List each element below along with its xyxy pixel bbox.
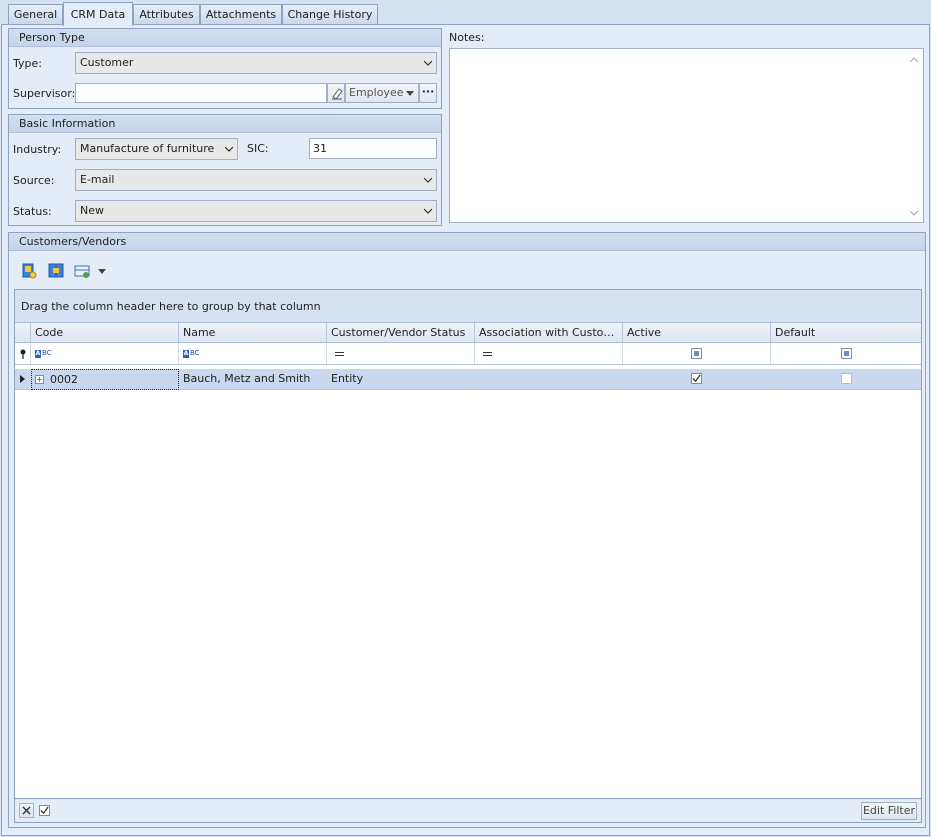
clear-filter-button[interactable]: [19, 803, 34, 818]
filter-row-indicator: [15, 343, 31, 365]
cell-code[interactable]: + 0002: [31, 369, 179, 390]
checkmark-icon: [40, 806, 49, 815]
column-header-name[interactable]: Name: [179, 323, 327, 343]
filter-name[interactable]: A BC: [179, 343, 327, 365]
type-label: Type:: [13, 57, 42, 70]
caret-down-icon: [406, 91, 414, 96]
column-header-active[interactable]: Active: [623, 323, 771, 343]
cell-default[interactable]: [771, 369, 921, 390]
default-checkbox[interactable]: [841, 373, 852, 384]
attach-customer-button[interactable]: [48, 263, 64, 279]
scroll-down-icon[interactable]: [910, 211, 918, 216]
cell-status[interactable]: Entity: [327, 369, 475, 390]
equals-icon: [483, 352, 492, 356]
chevron-down-icon: [424, 177, 432, 183]
sic-label: SIC:: [247, 142, 269, 155]
text-filter-icon: A BC: [183, 349, 200, 358]
group-by-panel[interactable]: Drag the column header here to group by …: [15, 290, 921, 323]
notes-textarea[interactable]: [449, 48, 924, 223]
status-combo[interactable]: New: [75, 200, 437, 222]
add-customer-button[interactable]: [21, 263, 37, 279]
type-combo[interactable]: Customer: [75, 52, 437, 74]
chevron-down-icon: [424, 60, 432, 66]
view-options-dropdown[interactable]: [74, 263, 108, 279]
basic-information-group: Basic Information Industry: Manufacture …: [8, 114, 442, 226]
filter-association[interactable]: [475, 343, 623, 365]
supervisor-kind-dropdown[interactable]: Employee: [345, 83, 419, 103]
eraser-icon: [332, 88, 343, 100]
person-type-group: Person Type Type: Customer Supervisor: E…: [8, 28, 442, 109]
close-icon: [22, 806, 31, 815]
cell-name[interactable]: Bauch, Metz and Smith: [179, 369, 327, 390]
person-type-header: Person Type: [9, 29, 441, 47]
supervisor-kind-value: Employee: [349, 86, 404, 99]
industry-value: Manufacture of furniture: [80, 142, 215, 155]
filter-active[interactable]: [623, 343, 771, 365]
tab-crm-data[interactable]: CRM Data: [63, 2, 133, 26]
supervisor-more-button[interactable]: ···: [419, 83, 437, 103]
tab-attributes[interactable]: Attributes: [133, 4, 200, 25]
tab-attachments[interactable]: Attachments: [200, 4, 282, 25]
customers-grid: Drag the column header here to group by …: [14, 289, 922, 799]
column-header-status[interactable]: Customer/Vendor Status: [327, 323, 475, 343]
tab-change-history[interactable]: Change History: [282, 4, 378, 25]
tab-general[interactable]: General: [8, 4, 63, 25]
source-label: Source:: [13, 174, 55, 187]
chevron-down-icon: [424, 208, 432, 214]
equals-icon: [335, 352, 344, 356]
cell-association[interactable]: [475, 369, 623, 390]
active-checkbox[interactable]: [691, 373, 702, 384]
basic-information-header: Basic Information: [9, 115, 441, 133]
checkmark-icon: [692, 374, 701, 383]
column-header-association[interactable]: Association with Custom...: [475, 323, 623, 343]
industry-label: Industry:: [13, 143, 62, 156]
filter-bar: Edit Filter: [14, 799, 922, 823]
column-header-default[interactable]: Default: [771, 323, 921, 343]
row-indicator-header: [15, 323, 31, 343]
pin-icon: [20, 349, 26, 359]
supervisor-input[interactable]: [75, 83, 327, 103]
customers-vendors-group: Customers/Vendors Drag the column header…: [8, 232, 926, 828]
expand-icon[interactable]: +: [35, 375, 44, 384]
link-record-icon: [48, 263, 64, 278]
industry-combo[interactable]: Manufacture of furniture: [75, 138, 238, 160]
notes-label: Notes:: [449, 31, 485, 44]
source-combo[interactable]: E-mail: [75, 169, 437, 191]
add-record-icon: [22, 263, 37, 279]
customers-vendors-header: Customers/Vendors: [9, 233, 925, 251]
filter-active-checkbox[interactable]: [691, 348, 702, 359]
clear-supervisor-button[interactable]: [327, 83, 345, 103]
source-value: E-mail: [80, 173, 115, 186]
tab-strip: General CRM Data Attributes Attachments …: [0, 0, 931, 26]
supervisor-label: Supervisor:: [13, 87, 76, 100]
filter-code[interactable]: A BC: [31, 343, 179, 365]
grid-view-icon: [74, 265, 106, 278]
cell-active[interactable]: [623, 369, 771, 390]
filter-status[interactable]: [327, 343, 475, 365]
enable-filter-checkbox[interactable]: [39, 805, 50, 816]
edit-filter-button[interactable]: Edit Filter: [861, 802, 917, 820]
sic-input[interactable]: 31: [309, 138, 437, 159]
text-filter-icon: A BC: [35, 349, 52, 358]
row-code-value: 0002: [50, 373, 78, 386]
chevron-down-icon: [225, 146, 233, 152]
current-row-arrow-icon: [20, 375, 25, 383]
type-value: Customer: [80, 56, 134, 69]
column-header-code[interactable]: Code: [31, 323, 179, 343]
status-value: New: [80, 204, 104, 217]
filter-default[interactable]: [771, 343, 921, 365]
status-label: Status:: [13, 205, 52, 218]
scroll-up-icon[interactable]: [910, 57, 918, 62]
row-indicator: [15, 369, 31, 390]
filter-default-checkbox[interactable]: [841, 348, 852, 359]
